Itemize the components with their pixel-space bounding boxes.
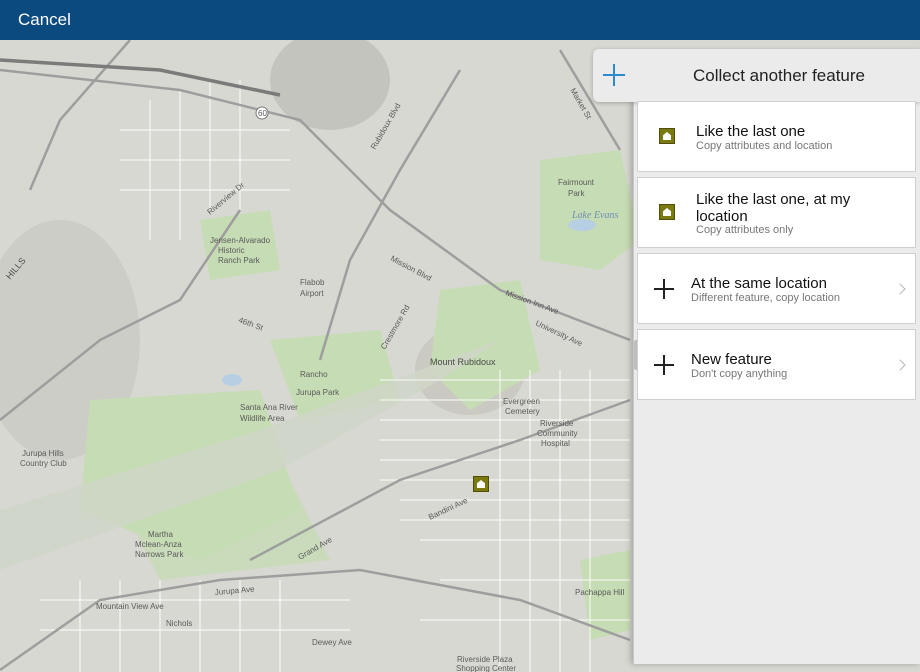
map-label-park: Park (568, 189, 585, 198)
option-new-feature[interactable]: New feature Don't copy anything (637, 329, 916, 400)
plus-icon (654, 355, 674, 375)
feature-marker-icon[interactable] (473, 476, 489, 492)
option-subtitle: Copy attributes only (696, 224, 794, 236)
panel-title: Collect another feature (693, 66, 865, 85)
top-bar: Cancel (0, 0, 920, 40)
map-label-pachappa: Pachappa Hill (575, 588, 625, 597)
map-label-flabob: Flabob (300, 278, 325, 287)
map-label-mountain-view: Mountain View Ave (96, 602, 164, 611)
cancel-button[interactable]: Cancel (18, 10, 71, 30)
map-label-evergreen: Evergreen (503, 397, 540, 406)
house-icon (477, 480, 485, 488)
option-title: Like the last one (696, 123, 806, 140)
map-label-jurupa-park: Jurupa Park (296, 388, 340, 397)
option-title: New feature (691, 351, 772, 368)
option-like-last-one-at-my-location[interactable]: Like the last one, at my location Copy a… (637, 177, 916, 248)
option-like-last-one[interactable]: Like the last one Copy attributes and lo… (637, 101, 916, 172)
option-title: Like the last one, at my location (696, 191, 851, 225)
option-subtitle: Different feature, copy location (691, 292, 840, 304)
option-title: At the same location (691, 275, 827, 292)
map-label-mount-rubidoux: Mount Rubidoux (430, 357, 496, 367)
map-label-shopping: Shopping Center (456, 664, 516, 672)
map-label-country-club: Country Club (20, 459, 67, 468)
map-label-community: Community (537, 429, 577, 438)
option-subtitle: Don't copy anything (691, 368, 788, 380)
map-label-wildlife: Wildlife Area (240, 414, 285, 423)
add-plus-icon[interactable] (603, 64, 625, 86)
map-label-narrows: Narrows Park (135, 550, 184, 559)
map-label-dewey: Dewey Ave (312, 638, 352, 647)
map-label-hospital: Hospital (541, 439, 570, 448)
map-label-historic: Historic (218, 246, 245, 255)
plus-icon (654, 279, 674, 299)
option-subtitle: Copy attributes and location (696, 140, 833, 152)
map-label-ranch: Ranch Park (218, 256, 261, 265)
option-at-same-location[interactable]: At the same location Different feature, … (637, 253, 916, 324)
feature-house-icon (659, 128, 675, 144)
map-label-riverside-plaza: Riverside Plaza (457, 655, 513, 664)
map-label-mclean: Mclean-Anza (135, 540, 182, 549)
map-label-jensen: Jensen-Alvarado (210, 236, 271, 245)
map-label-martha: Martha (148, 530, 173, 539)
map-label-jurupa-hills: Jurupa Hills (22, 449, 64, 458)
chevron-right-icon (894, 359, 906, 371)
chevron-right-icon (894, 283, 906, 295)
map-label-nichols: Nichols (166, 619, 192, 628)
highway-60-label: 60 (258, 109, 267, 118)
map-label-airport: Airport (300, 289, 324, 298)
map-label-santa-ana: Santa Ana River (240, 403, 298, 412)
map-label-lake-evans: Lake Evans (571, 210, 618, 221)
panel-header: Collect another feature (593, 49, 920, 102)
map-label-fairmount: Fairmount (558, 178, 595, 187)
map-label-cemetery: Cemetery (505, 407, 540, 416)
feature-house-icon (659, 204, 675, 220)
map-label-rancho: Rancho (300, 370, 328, 379)
map-label-riverside: Riverside (540, 419, 574, 428)
